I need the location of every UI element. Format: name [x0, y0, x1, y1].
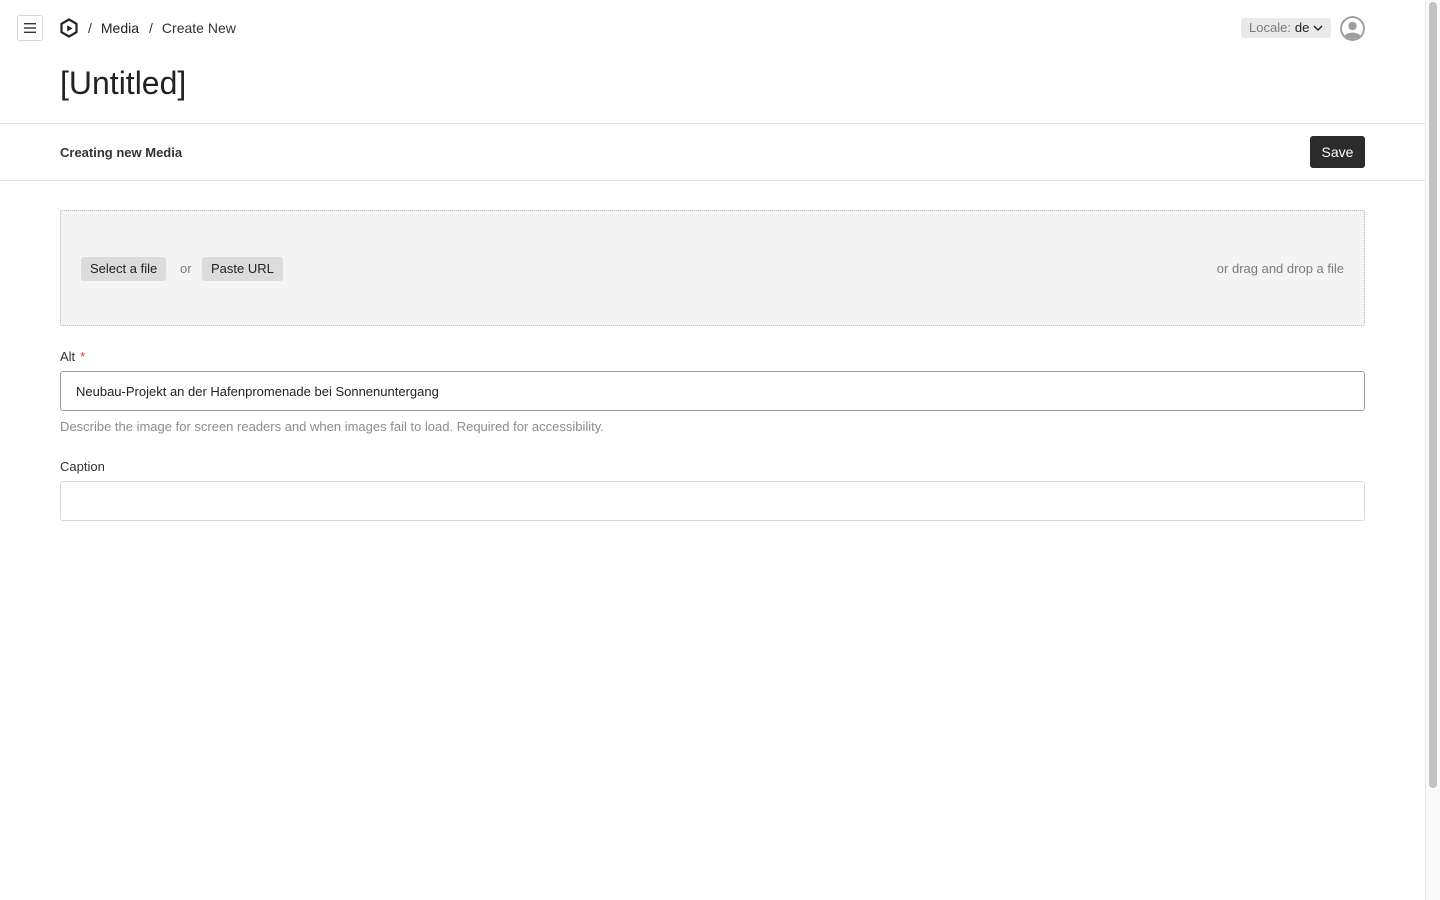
divider [0, 123, 1425, 124]
select-file-button[interactable]: Select a file [81, 257, 167, 281]
app-root: / Media / Create New Locale: de [Untitle… [0, 0, 1425, 900]
breadcrumb-separator: / [149, 20, 153, 36]
page-scrollbar[interactable] [1425, 0, 1440, 900]
save-button[interactable]: Save [1310, 136, 1365, 168]
file-upload-dropzone[interactable]: Select a file or Paste URL or drag and d… [60, 210, 1365, 326]
alt-text-input[interactable] [60, 371, 1365, 411]
paste-url-button[interactable]: Paste URL [202, 257, 283, 281]
drag-drop-hint: or drag and drop a file [1216, 261, 1344, 276]
alt-label-text: Alt [60, 349, 76, 364]
locale-selector[interactable]: Locale: de [1241, 18, 1332, 38]
payload-logo-icon[interactable] [58, 17, 80, 39]
required-indicator: * [80, 349, 86, 364]
breadcrumb-media-link[interactable]: Media [101, 19, 139, 37]
caption-input[interactable] [60, 481, 1365, 521]
default-user-avatar-icon [1340, 16, 1365, 41]
alt-field-label: Alt * [60, 349, 85, 365]
chevron-down-icon [1313, 25, 1323, 31]
breadcrumb-separator: / [88, 20, 92, 36]
hamburger-menu-icon [24, 23, 36, 33]
page-title: [Untitled] [60, 65, 187, 101]
upload-or-text: or [180, 261, 192, 276]
alt-field-description: Describe the image for screen readers an… [60, 419, 604, 434]
document-status: Creating new Media [60, 145, 183, 160]
breadcrumb: / Media / Create New [88, 19, 236, 37]
divider [0, 180, 1425, 181]
caption-field-label: Caption [60, 459, 105, 474]
locale-label: Locale: [1249, 20, 1291, 35]
scrollbar-thumb[interactable] [1429, 2, 1437, 788]
app-header: / Media / Create New Locale: de [0, 0, 1425, 56]
account-avatar[interactable] [1340, 16, 1365, 41]
breadcrumb-current: Create New [161, 20, 236, 36]
locale-value: de [1294, 20, 1310, 35]
nav-toggle-button[interactable] [17, 15, 43, 41]
